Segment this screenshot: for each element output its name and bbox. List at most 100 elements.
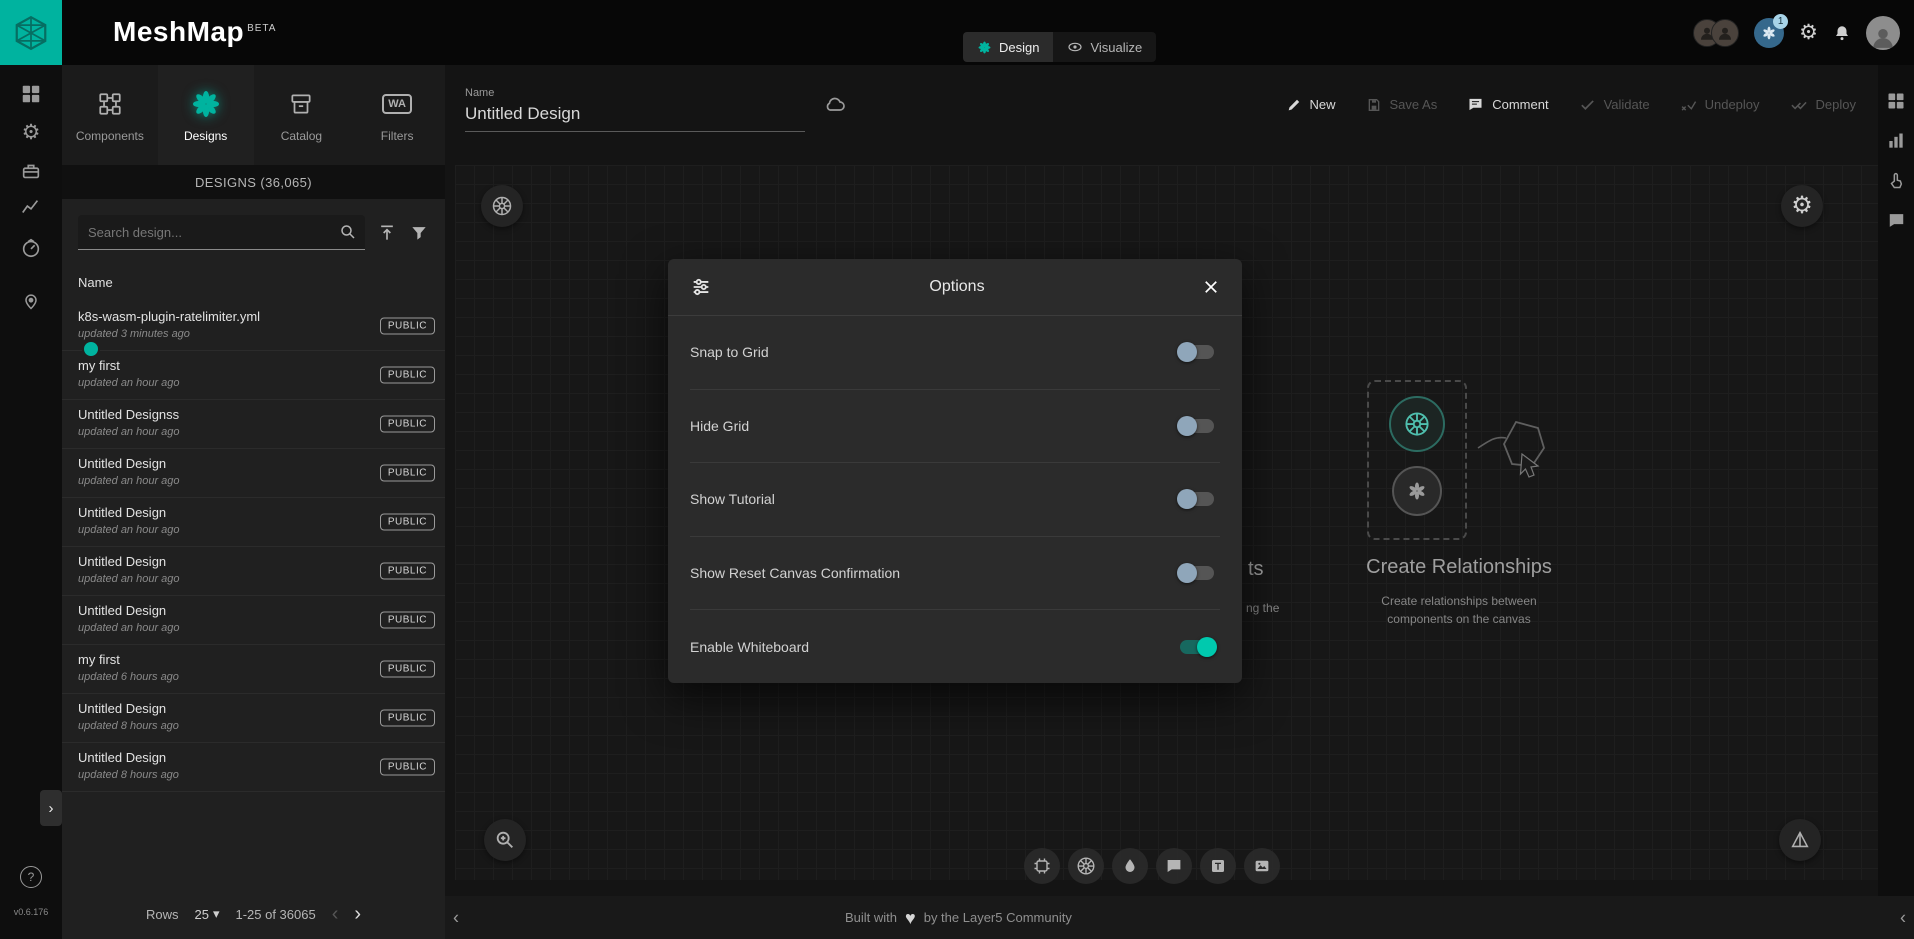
- tab-components[interactable]: Components: [62, 65, 158, 165]
- shapes-tool-button[interactable]: [1112, 848, 1148, 884]
- check-icon: [1579, 96, 1596, 113]
- canvas-options-button[interactable]: ⚙: [1781, 185, 1823, 227]
- text-tool-button[interactable]: [1200, 848, 1236, 884]
- visibility-badge: PUBLIC: [380, 710, 435, 727]
- media-tool-button[interactable]: [1244, 848, 1280, 884]
- collapse-right-icon[interactable]: ‹: [1900, 907, 1906, 928]
- search-box: [78, 215, 365, 250]
- visibility-badge: PUBLIC: [380, 661, 435, 678]
- collaborator-avatar-2[interactable]: [1711, 19, 1739, 47]
- design-row[interactable]: Untitled Design updated an hour ago PUBL…: [62, 547, 445, 596]
- scan-tool-button[interactable]: [1024, 848, 1060, 884]
- zoom-button[interactable]: [484, 819, 526, 861]
- sidebar-expand-handle[interactable]: ›: [40, 790, 62, 826]
- pencil-icon: [1286, 97, 1302, 113]
- visibility-badge: PUBLIC: [380, 465, 435, 482]
- kubernetes-tool-button[interactable]: [1068, 848, 1104, 884]
- sidebar-tabs: Components: [62, 65, 445, 165]
- components-icon: [97, 88, 123, 120]
- configuration-icon[interactable]: [20, 160, 42, 182]
- comment-button[interactable]: Comment: [1467, 96, 1548, 113]
- design-name-input[interactable]: [465, 104, 805, 132]
- show-tutorial-toggle[interactable]: [1180, 492, 1214, 506]
- previous-page-button[interactable]: ‹: [332, 903, 339, 926]
- kubernetes-canvas-button[interactable]: [481, 185, 523, 227]
- close-button[interactable]: [1202, 278, 1220, 296]
- tab-designs[interactable]: Designs: [158, 65, 254, 165]
- design-row[interactable]: Untitled Designss updated an hour ago PU…: [62, 400, 445, 449]
- design-row[interactable]: my first updated an hour ago PUBLIC: [62, 351, 445, 400]
- design-mode-button[interactable]: Design: [963, 32, 1053, 62]
- new-design-button[interactable]: New: [1286, 97, 1336, 113]
- version-label: v0.6.176: [0, 907, 62, 917]
- wasm-filters-icon: WA: [382, 88, 412, 120]
- upload-design-button[interactable]: [377, 223, 397, 243]
- visibility-badge: PUBLIC: [380, 514, 435, 531]
- options-modal-header: Options: [668, 259, 1242, 316]
- performance-icon[interactable]: [20, 196, 42, 218]
- lifecycle-icon[interactable]: ⚙: [22, 122, 41, 143]
- notification-bell-button[interactable]: [1833, 24, 1851, 42]
- design-name-label: Name: [465, 87, 805, 99]
- setting-show-tutorial: Show Tutorial: [690, 463, 1220, 537]
- designs-mesh-icon: [191, 88, 221, 120]
- meshery-notifications-button[interactable]: 1: [1754, 18, 1784, 48]
- search-input[interactable]: [86, 224, 339, 241]
- gear-icon: ⚙: [1791, 194, 1813, 218]
- metrics-panel-button[interactable]: [1886, 131, 1906, 151]
- app-title: MeshMapBETA: [113, 16, 276, 48]
- enable-whiteboard-toggle[interactable]: [1180, 640, 1214, 654]
- design-row[interactable]: Untitled Design updated an hour ago PUBL…: [62, 596, 445, 645]
- tune-sliders-icon: [690, 276, 712, 298]
- next-page-button[interactable]: ›: [354, 903, 361, 926]
- design-row[interactable]: my first updated 6 hours ago PUBLIC: [62, 645, 445, 694]
- collapse-left-icon[interactable]: ‹: [453, 907, 459, 928]
- mode-toggle: Design Visualize: [963, 32, 1156, 62]
- tab-catalog[interactable]: Catalog: [254, 65, 350, 165]
- filter-designs-button[interactable]: [409, 223, 429, 243]
- grid-icon: [1886, 91, 1906, 111]
- design-row[interactable]: Untitled Design updated an hour ago PUBL…: [62, 498, 445, 547]
- funnel-icon: [409, 223, 429, 243]
- user-avatar-button[interactable]: [1866, 16, 1900, 50]
- snap-to-grid-toggle[interactable]: [1180, 345, 1214, 359]
- visibility-badge: PUBLIC: [380, 612, 435, 629]
- hide-grid-toggle[interactable]: [1180, 419, 1214, 433]
- demo-meshery-node: [1392, 466, 1442, 516]
- design-row[interactable]: Untitled Design updated 8 hours ago PUBL…: [62, 743, 445, 792]
- scan-icon: [1032, 856, 1052, 876]
- comment-icon: [1165, 857, 1183, 875]
- comment-tool-button[interactable]: [1156, 848, 1192, 884]
- pin-icon[interactable]: [21, 290, 41, 312]
- interaction-panel-button[interactable]: [1886, 171, 1906, 191]
- chevron-down-icon: ▾: [213, 906, 220, 922]
- demo-kubernetes-node: [1389, 396, 1445, 452]
- help-button[interactable]: ?: [20, 866, 42, 888]
- options-modal: Options Snap to Grid Hide Grid Show Tuto…: [668, 259, 1242, 683]
- rows-per-page-select[interactable]: 25 ▾: [194, 906, 219, 922]
- options-modal-body: Snap to Grid Hide Grid Show Tutorial Sho…: [668, 316, 1242, 683]
- settings-gear-button[interactable]: ⚙: [1799, 22, 1818, 44]
- comment-icon: [1467, 96, 1484, 113]
- relationships-card-description: Create relationships between components …: [1349, 592, 1569, 628]
- design-actions-toolbar: New Save As Comment Validate: [1286, 96, 1857, 113]
- shapes-prism-button[interactable]: [1779, 819, 1821, 861]
- components-panel-button[interactable]: [1886, 91, 1906, 111]
- cloud-sync-icon[interactable]: [823, 92, 847, 116]
- design-row[interactable]: Untitled Design updated 8 hours ago PUBL…: [62, 694, 445, 743]
- setting-show-reset-confirmation: Show Reset Canvas Confirmation: [690, 537, 1220, 611]
- design-row[interactable]: Untitled Design updated an hour ago PUBL…: [62, 449, 445, 498]
- layer5-logo[interactable]: [0, 0, 62, 65]
- visualize-mode-button[interactable]: Visualize: [1053, 32, 1156, 62]
- comments-panel-button[interactable]: [1887, 211, 1906, 230]
- pagination-bar: Rows 25 ▾ 1-25 of 36065 ‹ ›: [62, 889, 445, 939]
- extensions-icon[interactable]: [20, 237, 42, 259]
- kubernetes-icon: [1075, 855, 1097, 877]
- design-row[interactable]: k8s-wasm-plugin-ratelimiter.yml updated …: [62, 302, 445, 351]
- search-row: [62, 199, 445, 262]
- dashboard-icon[interactable]: [20, 83, 42, 105]
- tab-filters[interactable]: WA Filters: [349, 65, 445, 165]
- heart-icon: ♥: [905, 909, 916, 927]
- mesh-flower-icon: [977, 40, 992, 55]
- show-reset-canvas-confirmation-toggle[interactable]: [1180, 566, 1214, 580]
